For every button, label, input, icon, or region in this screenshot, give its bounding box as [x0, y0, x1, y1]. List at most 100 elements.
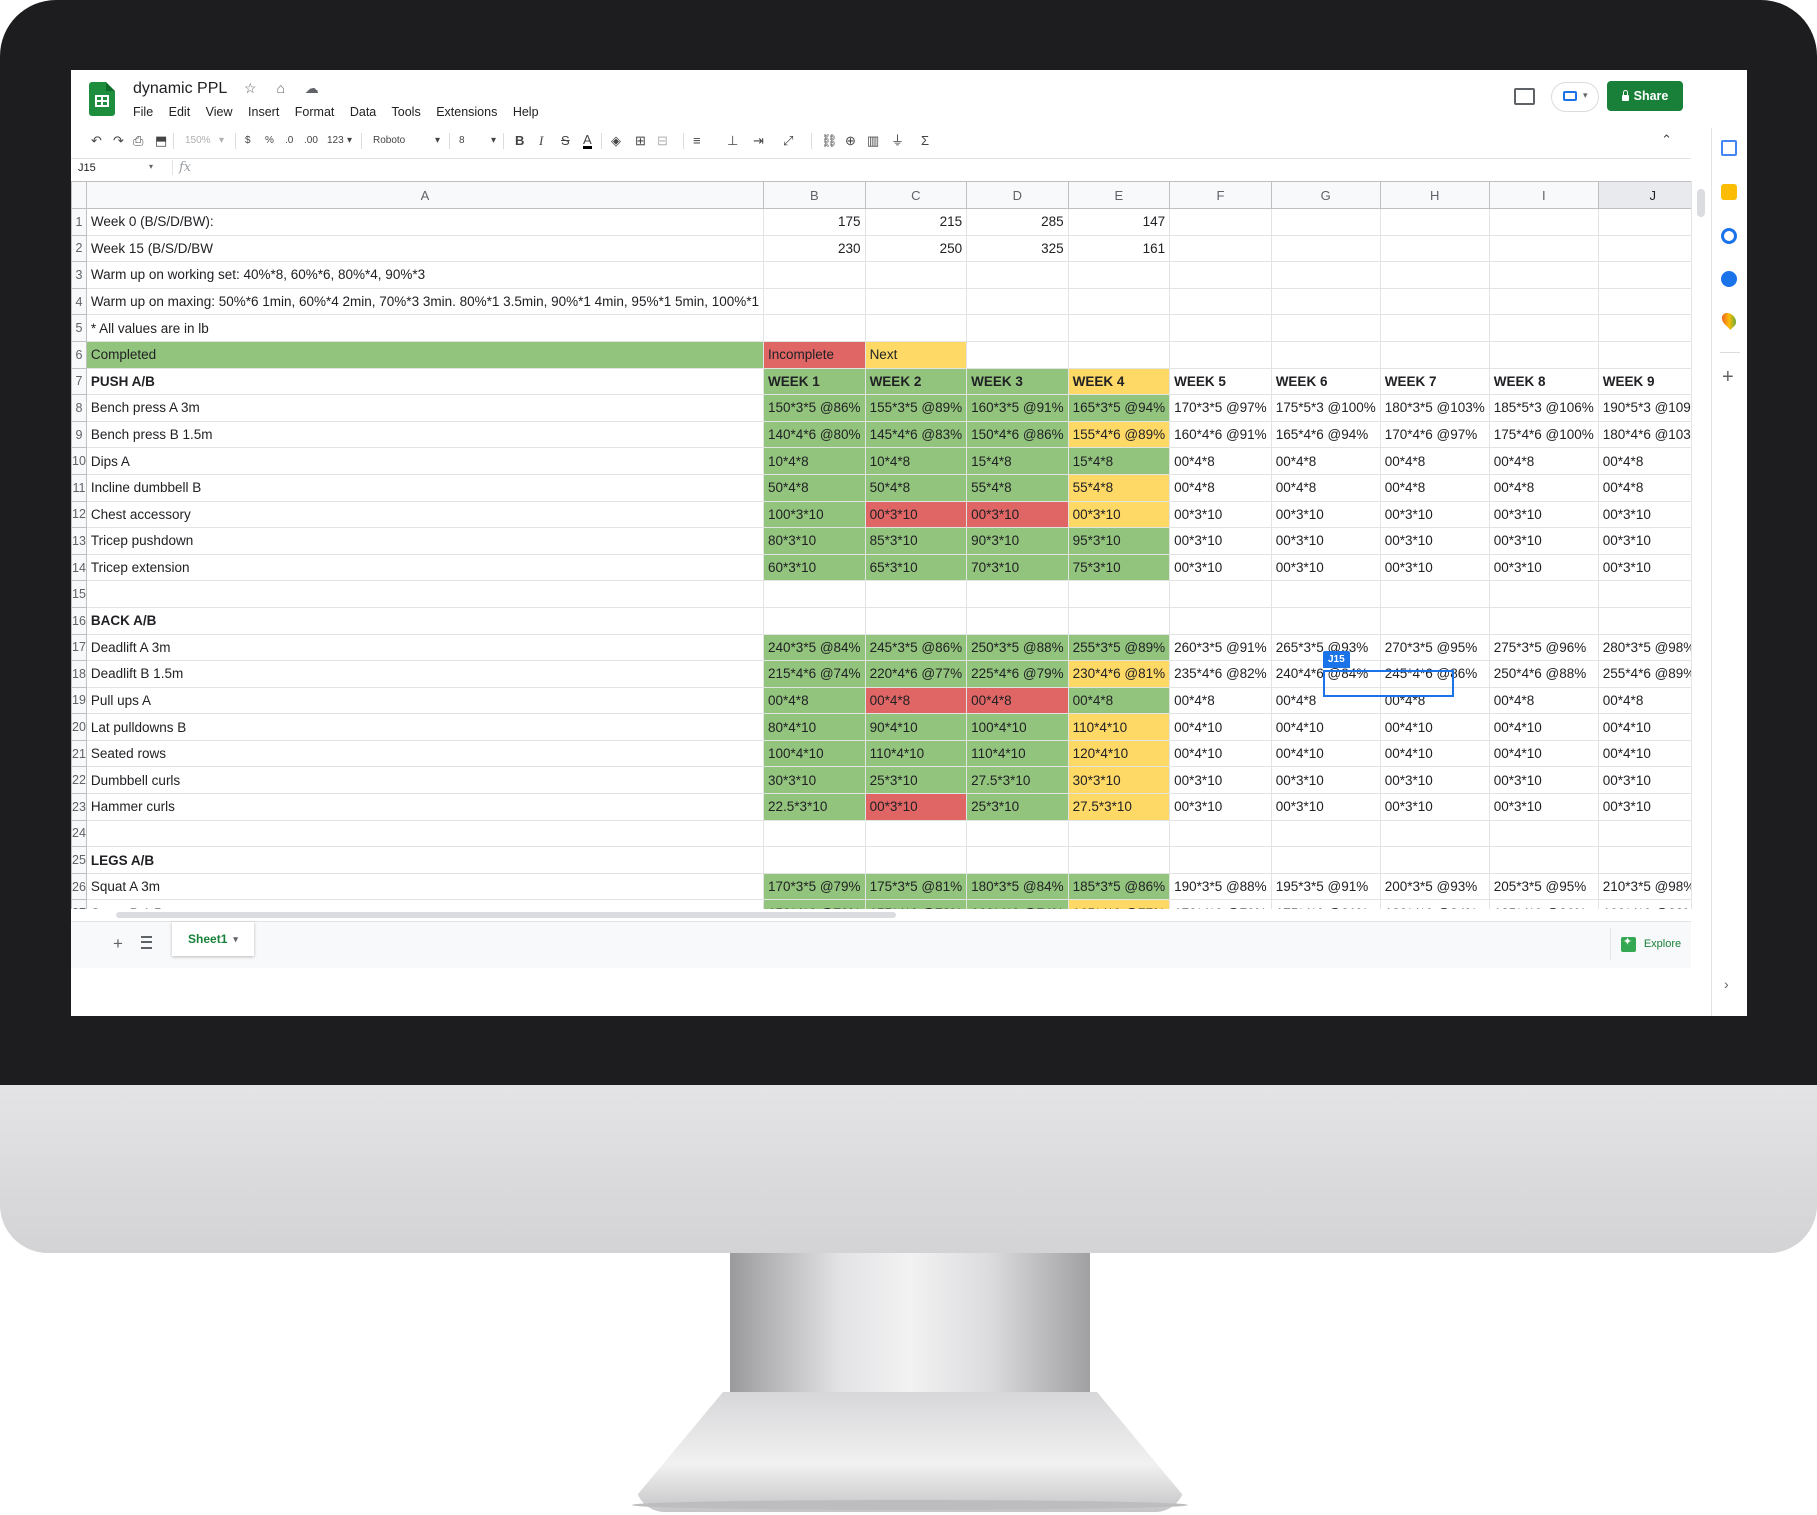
row-header[interactable]: 2 [71, 234, 87, 263]
cell-a22[interactable]: Dumbbell curls [85, 766, 765, 795]
cell-f20[interactable]: 00*4*10 [1169, 713, 1272, 741]
cell-b17[interactable]: 240*3*5 @84% [763, 633, 866, 662]
cell-j15[interactable] [1597, 580, 1691, 608]
cell-d4[interactable] [966, 287, 1069, 316]
cell-j22[interactable]: 00*3*10 [1597, 766, 1691, 795]
cell-b19[interactable]: 00*4*8 [763, 686, 866, 715]
cell-c21[interactable]: 110*4*10 [864, 739, 968, 768]
cell-d24[interactable] [966, 819, 1069, 848]
cell-b12[interactable]: 100*3*10 [763, 500, 866, 529]
cell-i10[interactable]: 00*4*8 [1488, 447, 1599, 475]
row-header[interactable]: 22 [71, 766, 87, 795]
cell-j26[interactable]: 210*3*5 @98% [1597, 872, 1691, 901]
horizontal-align-icon[interactable]: ≡ [693, 133, 701, 149]
row-header[interactable]: 1 [71, 208, 87, 236]
cell-a1[interactable]: Week 0 (B/S/D/BW): [85, 208, 765, 236]
select-all-corner[interactable] [71, 181, 87, 209]
cell-h4[interactable] [1379, 287, 1490, 316]
sheets-logo-icon[interactable] [89, 82, 115, 116]
row-header[interactable]: 15 [71, 580, 87, 608]
share-button[interactable]: Share [1607, 81, 1683, 111]
cell-d25[interactable] [966, 846, 1069, 874]
cell-h15[interactable] [1379, 580, 1490, 608]
cell-b6[interactable]: Incomplete [763, 340, 866, 369]
cell-e23[interactable]: 27.5*3*10 [1067, 793, 1171, 821]
cell-e8[interactable]: 165*3*5 @94% [1067, 394, 1171, 422]
cell-i8[interactable]: 185*5*3 @106% [1488, 394, 1599, 422]
cell-b27[interactable]: 150*4*6 @70% [763, 899, 866, 909]
cell-h11[interactable]: 00*4*8 [1379, 473, 1490, 502]
fill-color-icon[interactable]: ◈ [611, 133, 621, 149]
column-header-c[interactable]: C [864, 181, 968, 209]
cell-a4[interactable]: Warm up on maxing: 50%*6 1min, 60%*4 2mi… [85, 287, 765, 316]
cell-d7[interactable]: WEEK 3 [966, 367, 1069, 396]
vertical-align-icon[interactable]: ⊥ [727, 133, 738, 149]
cell-j4[interactable] [1597, 287, 1691, 316]
cell-f11[interactable]: 00*4*8 [1169, 473, 1272, 502]
cell-h17[interactable]: 270*3*5 @95% [1379, 633, 1490, 662]
cell-a12[interactable]: Chest accessory [85, 500, 765, 529]
cell-f12[interactable]: 00*3*10 [1169, 500, 1272, 529]
cell-f9[interactable]: 160*4*6 @91% [1169, 420, 1272, 449]
cell-a10[interactable]: Dips A [85, 447, 765, 475]
column-header-i[interactable]: I [1488, 181, 1599, 209]
currency-format-button[interactable]: $ [245, 133, 251, 149]
cell-e1[interactable]: 147 [1067, 208, 1171, 236]
cell-d15[interactable] [966, 580, 1069, 608]
cell-e15[interactable] [1067, 580, 1171, 608]
cell-b20[interactable]: 80*4*10 [763, 713, 866, 741]
cell-h20[interactable]: 00*4*10 [1379, 713, 1490, 741]
cell-e9[interactable]: 155*4*6 @89% [1067, 420, 1171, 449]
cell-a21[interactable]: Seated rows [85, 739, 765, 768]
cell-c4[interactable] [864, 287, 968, 316]
cell-b26[interactable]: 170*3*5 @79% [763, 872, 866, 901]
cell-j24[interactable] [1597, 819, 1691, 848]
cell-i13[interactable]: 00*3*10 [1488, 527, 1599, 555]
cell-e27[interactable]: 165*4*6 @77% [1067, 899, 1171, 909]
cell-b15[interactable] [763, 580, 866, 608]
maps-icon[interactable] [1719, 310, 1739, 330]
cell-j3[interactable] [1597, 261, 1691, 289]
menu-edit[interactable]: Edit [169, 105, 191, 119]
cell-g20[interactable]: 00*4*10 [1270, 713, 1381, 741]
percent-format-button[interactable]: % [265, 133, 274, 149]
cell-e12[interactable]: 00*3*10 [1067, 500, 1171, 529]
cell-b14[interactable]: 60*3*10 [763, 553, 866, 582]
text-color-button[interactable]: A [583, 133, 592, 149]
cell-d1[interactable]: 285 [966, 208, 1069, 236]
cell-e10[interactable]: 15*4*8 [1067, 447, 1171, 475]
row-header[interactable]: 27 [71, 899, 87, 909]
cell-j20[interactable]: 00*4*10 [1597, 713, 1691, 741]
cell-d18[interactable]: 225*4*6 @79% [966, 660, 1069, 688]
cell-g14[interactable]: 00*3*10 [1270, 553, 1381, 582]
collapse-menus-icon[interactable]: ⌃ [1661, 132, 1672, 148]
cell-j12[interactable]: 00*3*10 [1597, 500, 1691, 529]
cell-f15[interactable] [1169, 580, 1272, 608]
cell-h6[interactable] [1379, 340, 1490, 369]
cell-f26[interactable]: 190*3*5 @88% [1169, 872, 1272, 901]
cell-c19[interactable]: 00*4*8 [864, 686, 968, 715]
cell-g16[interactable] [1270, 606, 1381, 635]
cell-a3[interactable]: Warm up on working set: 40%*8, 60%*6, 80… [85, 261, 765, 289]
cell-e18[interactable]: 230*4*6 @81% [1067, 660, 1171, 688]
present-button[interactable]: ▾ [1551, 82, 1599, 112]
cell-e14[interactable]: 75*3*10 [1067, 553, 1171, 582]
cell-j11[interactable]: 00*4*8 [1597, 473, 1691, 502]
cell-g25[interactable] [1270, 846, 1381, 874]
cell-h2[interactable] [1379, 234, 1490, 263]
cell-d9[interactable]: 150*4*6 @86% [966, 420, 1069, 449]
cell-c14[interactable]: 65*3*10 [864, 553, 968, 582]
cell-d8[interactable]: 160*3*5 @91% [966, 394, 1069, 422]
cell-g26[interactable]: 195*3*5 @91% [1270, 872, 1381, 901]
contacts-icon[interactable] [1721, 271, 1737, 287]
cell-g22[interactable]: 00*3*10 [1270, 766, 1381, 795]
cell-b11[interactable]: 50*4*8 [763, 473, 866, 502]
cell-j9[interactable]: 180*4*6 @103% [1597, 420, 1691, 449]
cell-f25[interactable] [1169, 846, 1272, 874]
cell-i22[interactable]: 00*3*10 [1488, 766, 1599, 795]
cell-g2[interactable] [1270, 234, 1381, 263]
cell-h27[interactable]: 180*4*6 @84% [1379, 899, 1490, 909]
cell-f18[interactable]: 235*4*6 @82% [1169, 660, 1272, 688]
cell-d16[interactable] [966, 606, 1069, 635]
increase-decimal-button[interactable]: .00 [304, 133, 318, 149]
